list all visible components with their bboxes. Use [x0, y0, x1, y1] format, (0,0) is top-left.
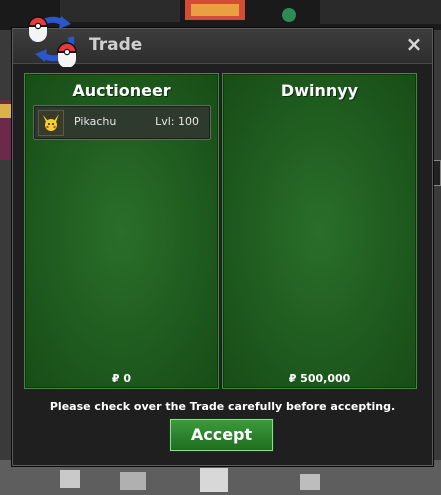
item-name: Pikachu	[74, 115, 117, 128]
close-icon[interactable]: ×	[404, 34, 424, 54]
trade-notice: Please check over the Trade carefully be…	[49, 400, 396, 413]
item-level: Lvl: 100	[155, 115, 199, 128]
trader-name: Auctioneer	[72, 81, 171, 100]
pikachu-sprite-icon	[38, 110, 64, 136]
accept-button[interactable]: Accept	[170, 419, 273, 451]
trade-dialog: Trade × Auctioneer Pikachu Lvl: 100 ₽ 0 …	[12, 16, 433, 466]
money-offer: ₽ 500,000	[288, 372, 351, 385]
trade-item-slot[interactable]: Pikachu Lvl: 100	[33, 105, 211, 140]
trader-name: Dwinnyy	[280, 81, 359, 100]
offer-panel-dwinnyy: Dwinnyy ₽ 500,000	[222, 73, 417, 389]
trade-swap-icon	[28, 16, 77, 67]
side-sprite-left	[0, 100, 12, 160]
money-offer: ₽ 0	[111, 372, 132, 385]
window-title: Trade	[89, 35, 143, 55]
offer-panel-auctioneer: Auctioneer Pikachu Lvl: 100 ₽ 0	[24, 73, 219, 389]
